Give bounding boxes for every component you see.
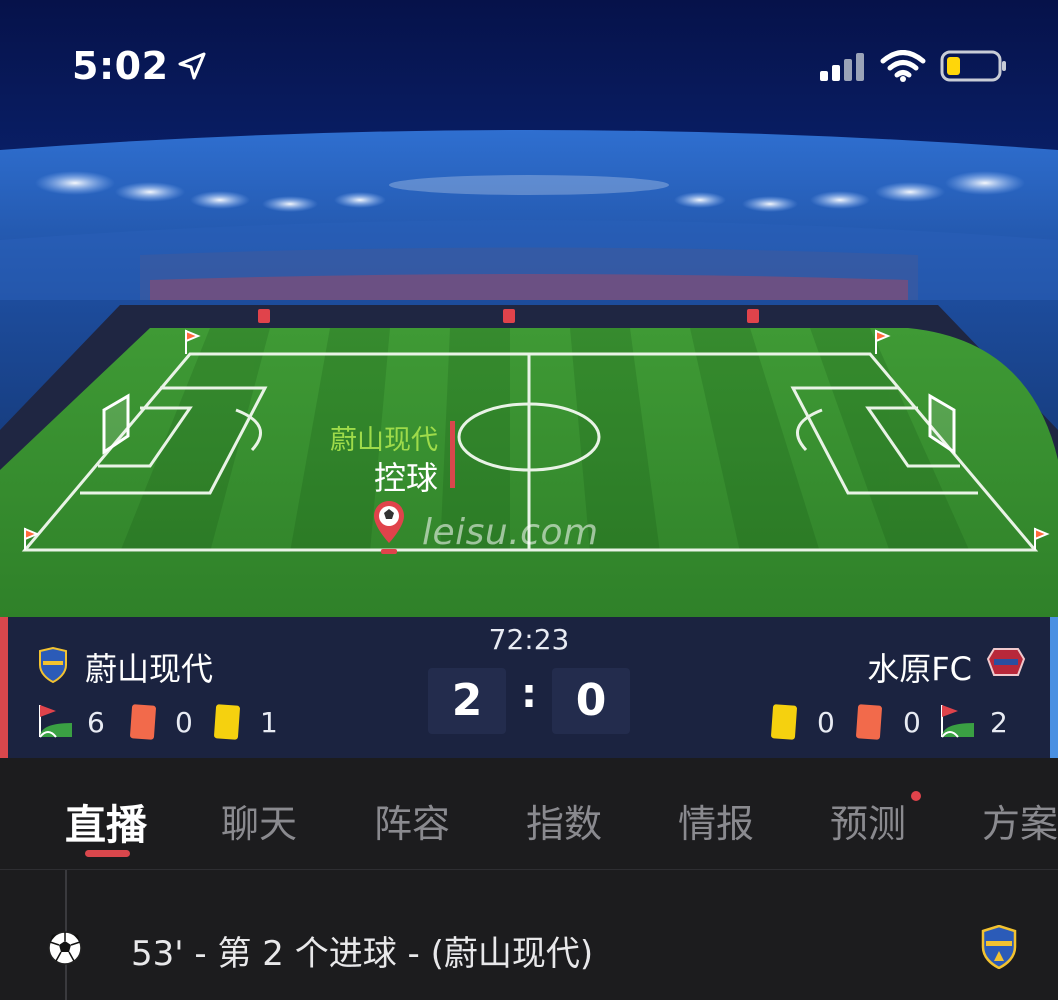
watermark: leisu.com: [422, 512, 599, 553]
tab-intel[interactable]: 情报: [678, 793, 754, 848]
notification-dot: [911, 791, 921, 801]
home-corners: 6: [87, 706, 105, 739]
home-red-cards: 0: [175, 706, 193, 739]
score-separator: :: [521, 671, 537, 717]
tab-odds[interactable]: 指数: [526, 793, 602, 848]
away-corner-icon: [936, 703, 976, 743]
tab-chat[interactable]: 聊天: [221, 793, 297, 848]
home-yellow-cards: 1: [260, 706, 278, 739]
possession-team: 蔚山现代: [330, 425, 438, 456]
status-icons: [818, 50, 1008, 86]
home-corner-icon: [34, 703, 74, 743]
away-score: 0: [552, 668, 630, 734]
wifi-icon: [880, 50, 926, 86]
away-team-crest-icon[interactable]: [986, 645, 1026, 685]
home-red-card-icon: [127, 703, 159, 745]
away-corners: 2: [990, 706, 1008, 739]
home-yellow-card-icon: [211, 703, 243, 745]
scoreboard: 蔚山现代 72:23 2 : 0 水原FC 6 0 1 0 0 2: [0, 617, 1058, 758]
active-tab-indicator: [85, 850, 130, 857]
home-team-crest-icon: [980, 924, 1018, 973]
event-description: 53' - 第 2 个进球 - (蔚山现代): [131, 934, 594, 974]
status-time: 5:02: [72, 44, 169, 88]
tab-lineup[interactable]: 阵容: [374, 793, 450, 848]
ball-marker-icon: [372, 499, 406, 559]
away-red-cards: 0: [903, 706, 921, 739]
signal-icon: [818, 51, 866, 85]
location-arrow-icon: [176, 50, 208, 86]
tab-plans[interactable]: 方案: [982, 793, 1058, 848]
possession-indicator: [450, 421, 455, 488]
soccer-ball-icon: [47, 930, 83, 970]
away-team-name[interactable]: 水原FC: [867, 644, 972, 690]
battery-icon: [940, 50, 1008, 86]
away-yellow-cards: 0: [817, 706, 835, 739]
event-timeline: 53' - 第 2 个进球 - (蔚山现代): [0, 870, 1058, 1000]
tab-bar: 直播 聊天 阵容 指数 情报 预测 方案: [0, 758, 1058, 870]
home-score: 2: [428, 668, 506, 734]
tab-prediction[interactable]: 预测: [830, 793, 906, 848]
possession-label: 控球: [373, 459, 438, 497]
away-red-card-icon: [853, 703, 885, 745]
live-pitch-view: 5:02 蔚山现代 控球 leisu.com: [0, 0, 1058, 617]
away-yellow-card-icon: [768, 703, 800, 745]
tab-live[interactable]: 直播: [65, 791, 147, 851]
